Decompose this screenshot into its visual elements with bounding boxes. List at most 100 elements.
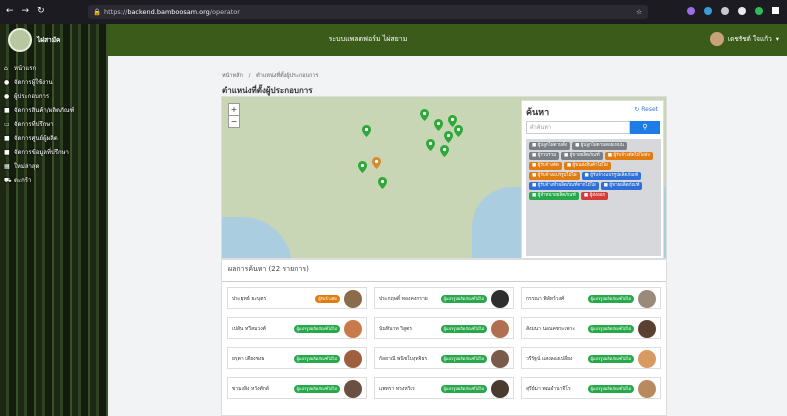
- filter-tag[interactable]: ■ ผู้จำหน่ายผลิตภัณฑ์: [529, 192, 579, 200]
- filter-tag[interactable]: ■ ผู้รับจ้างแปรรูปไม้ไผ่: [529, 172, 580, 180]
- avatar: [344, 320, 362, 338]
- map-marker-icon[interactable]: [362, 125, 371, 137]
- filter-tag[interactable]: ■ ผู้รวบรวม: [529, 152, 560, 160]
- result-card[interactable]: ประกฤษดิ์ ทองคงกราย ผู้แปรรูปผลิตภัณฑ์ไม้…: [374, 287, 514, 309]
- result-card[interactable]: สังมนา นอนคชระเพาะ ผู้แปรรูปผลิตภัณฑ์ไม้ไ…: [521, 317, 661, 339]
- operator-name: เปสัน ทวีสมวงศ์: [232, 326, 266, 332]
- zoom-in-button[interactable]: +: [229, 104, 239, 115]
- filter-tag[interactable]: ■ ผู้รับจ้างแปรรูปผลิตภัณฑ์: [581, 172, 642, 180]
- url-prefix: https://: [104, 8, 128, 16]
- avatar: [491, 320, 509, 338]
- avatar: [638, 380, 656, 398]
- store-icon: ■: [4, 107, 10, 114]
- avatar: [344, 350, 362, 368]
- map-marker-icon[interactable]: [434, 119, 443, 131]
- filter-tag[interactable]: ■ ผู้ปลูกไผ่ตามตั้ง: [529, 142, 571, 150]
- sidebar-item-label: จัดการผู้ใช้งาน: [14, 79, 53, 86]
- user-icon: ●: [4, 79, 10, 86]
- result-card[interactable]: กรรณา พิลัทร์วงศ์ ผู้แปรรูปผลิตภัณฑ์ไม้ไผ…: [521, 287, 661, 309]
- sidebar-item-consultant-data[interactable]: ■ จัดการข้อมูลที่ปรึกษา: [4, 146, 104, 160]
- results-panel: ผลการค้นหา (22 รายการ) ประยุทธ์ ยะบุตร ผู…: [221, 259, 667, 416]
- browser-extension-icons: [687, 7, 779, 15]
- reset-button[interactable]: ↻ Reset: [634, 106, 658, 113]
- chevron-down-icon: ▾: [775, 35, 779, 43]
- breadcrumb-home[interactable]: หน้าหลัก: [222, 73, 243, 79]
- sidebar-item-products[interactable]: ■ จัดการสินค้า/ผลิตภัณฑ์: [4, 104, 104, 118]
- avatar: [638, 320, 656, 338]
- sidebar-item-label: ใหม่ล่าสุด: [14, 163, 40, 170]
- filter-tag[interactable]: ■ ผู้รับจ้างทำผลิตภัณฑ์จากไม้ไผ่: [529, 182, 599, 190]
- addon-icon[interactable]: [755, 7, 763, 15]
- search-panel: ค้นหา ↻ Reset คำค้นหา ⚲ ■ ผู้ปลูกไผ่ตามต…: [521, 100, 664, 259]
- sidebar-item-label: ตะกร้า: [14, 177, 32, 184]
- brand[interactable]: ไผ่สามัค: [8, 28, 60, 52]
- home-icon: ⌂: [4, 65, 8, 72]
- brand-name: ไผ่สามัค: [37, 36, 61, 44]
- map-marker-icon[interactable]: [372, 157, 381, 169]
- filter-tag[interactable]: ■ ผู้ขายผลิตภัณฑ์: [600, 182, 643, 190]
- result-card[interactable]: นันทินาท วิสูตร ผู้แปรรูปผลิตภัณฑ์ไม้ไผ่: [374, 317, 514, 339]
- operator-name: ประกฤษดิ์ ทองคงกราย: [379, 296, 428, 302]
- user-name: เดชรัชต์ ใจแก้ว: [727, 35, 772, 43]
- url-host: backend.bamboosam.org: [127, 8, 210, 16]
- map-marker-icon[interactable]: [358, 161, 367, 173]
- search-input[interactable]: คำค้นหา: [526, 121, 630, 134]
- result-card[interactable]: เปสัน ทวีสมวงศ์ ผู้แปรรูปผลิตภัณฑ์ไม้ไผ่: [227, 317, 367, 339]
- reload-icon[interactable]: ↻: [37, 6, 45, 16]
- filter-tag[interactable]: ■ ผู้ขายผลิตภัณฑ์: [561, 152, 603, 160]
- zoom-out-button[interactable]: −: [229, 115, 239, 127]
- operator-name: แพทรา ทรงหวิเร: [379, 386, 415, 392]
- result-card[interactable]: ขามงสิง หวังศักด์ ผู้แปรรูปผลิตภัณฑ์ไม้ไผ…: [227, 377, 367, 399]
- filter-tag[interactable]: ■ ผู้ส่งออก: [580, 192, 609, 200]
- sidebar-item-label: ผู้ประกอบการ: [14, 93, 50, 100]
- map-marker-icon[interactable]: [420, 109, 429, 121]
- search-heading: ค้นหา: [526, 108, 550, 118]
- operator-name: กัลยาณี พนิชใบงุทจิธร: [379, 356, 428, 362]
- download-icon[interactable]: [704, 7, 712, 15]
- avatar: [491, 290, 509, 308]
- avatar: [344, 290, 362, 308]
- filter-tag[interactable]: ■ ผู้ปลูกไผ่ตามดอยเหม่น: [572, 142, 627, 150]
- category-badge: ผู้แปรรูปผลิตภัณฑ์ไม้ไผ่: [293, 355, 340, 363]
- map-marker-icon[interactable]: [440, 145, 449, 157]
- menu-icon[interactable]: [772, 7, 779, 14]
- category-badge: ผู้แปรรูปผลิตภัณฑ์ไม้ไผ่: [293, 385, 340, 393]
- sidebar-item-cart[interactable]: ⛟ ตะกร้า: [4, 174, 104, 188]
- result-card[interactable]: สุรีย์มา พณอำนาจีโร ผู้แปรรูปผลิตภัณฑ์ไม้…: [521, 377, 661, 399]
- user-menu[interactable]: เดชรัชต์ ใจแก้ว ▾: [709, 32, 779, 46]
- sidebar-item-home[interactable]: ⌂ หน้าแรก: [4, 62, 104, 76]
- sidebar-item-latest[interactable]: ▦ ใหม่ล่าสุด: [4, 160, 104, 174]
- operator-name: ยรุตา เตียงชงธ: [232, 356, 265, 362]
- result-card[interactable]: ยรุตา เตียงชงธ ผู้แปรรูปผลิตภัณฑ์ไม้ไผ่: [227, 347, 367, 369]
- result-card[interactable]: แพทรา ทรงหวิเร ผู้แปรรูปผลิตภัณฑ์ไม้ไผ่: [374, 377, 514, 399]
- result-card[interactable]: วรีรัฐน์ แสงลองเปลี่ยง ผู้แปรรูปผลิตภัณฑ์…: [521, 347, 661, 369]
- user-icon: ●: [4, 93, 10, 100]
- account-icon[interactable]: [738, 7, 746, 15]
- extension-icon[interactable]: [721, 7, 729, 15]
- map-marker-icon[interactable]: [378, 177, 387, 189]
- sidebar-item-label: จัดการศูนย์ผู้ผลิต: [14, 135, 58, 142]
- pocket-icon[interactable]: [687, 7, 695, 15]
- back-icon[interactable]: ←: [6, 6, 14, 16]
- map-marker-icon[interactable]: [444, 131, 453, 143]
- filter-tag[interactable]: ■ ผู้รับจ้างตัด: [529, 162, 562, 170]
- forward-icon[interactable]: →: [22, 6, 30, 16]
- filter-tag[interactable]: ■ ผู้รับจ้างตัดไม้ไผ่ส่ง: [604, 152, 653, 160]
- result-card[interactable]: ประยุทธ์ ยะบุตร ผู้รับจ้างตัด: [227, 287, 367, 309]
- filter-tag[interactable]: ■ ผู้ขนส่งสินค้าไม้ไผ่: [563, 162, 611, 170]
- bookmark-star-icon[interactable]: ☆: [636, 5, 642, 19]
- map-marker-icon[interactable]: [426, 139, 435, 151]
- sidebar-item-operators[interactable]: ● ผู้ประกอบการ: [4, 90, 104, 104]
- operator-name: กรรณา พิลัทร์วงศ์: [526, 296, 565, 302]
- sidebar-item-consultants[interactable]: ▭ จัดการที่ปรึกษา: [4, 118, 104, 132]
- sidebar-item-users[interactable]: ● จัดการผู้ใช้งาน: [4, 76, 104, 90]
- sidebar-item-label: จัดการข้อมูลที่ปรึกษา: [14, 149, 69, 156]
- store-icon: ■: [4, 135, 10, 142]
- map-marker-icon[interactable]: [454, 125, 463, 137]
- sidebar-item-producer-centers[interactable]: ■ จัดการศูนย์ผู้ผลิต: [4, 132, 104, 146]
- avatar: [638, 350, 656, 368]
- category-filter-list: ■ ผู้ปลูกไผ่ตามตั้ง ■ ผู้ปลูกไผ่ตามดอยเหม…: [526, 139, 661, 256]
- address-bar[interactable]: 🔒 https://backend.bamboosam.org/operator…: [88, 5, 648, 19]
- result-card[interactable]: กัลยาณี พนิชใบงุทจิธร ผู้แปรรูปผลิตภัณฑ์ไ…: [374, 347, 514, 369]
- search-button[interactable]: ⚲: [630, 121, 660, 134]
